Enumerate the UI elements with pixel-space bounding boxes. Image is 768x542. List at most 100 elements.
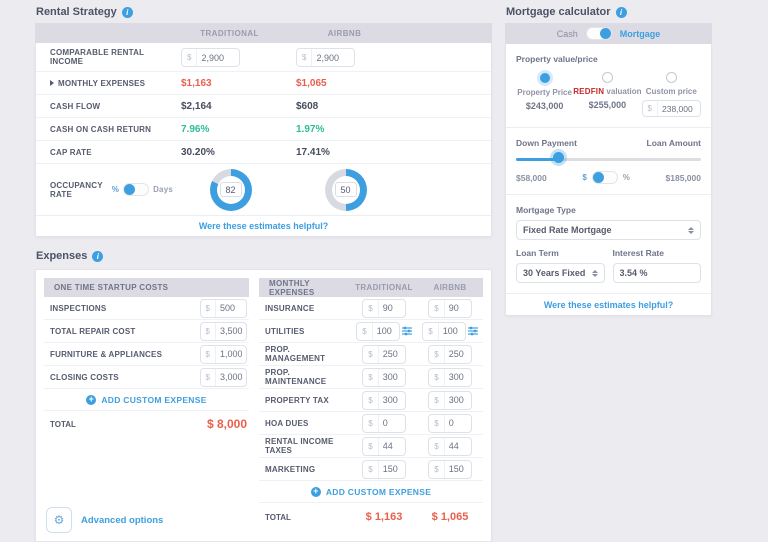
redfin-logo: REDFIN bbox=[573, 87, 604, 96]
currency-prefix: $ bbox=[363, 346, 378, 363]
radio-redfin-valuation[interactable] bbox=[602, 72, 613, 83]
mortgage-type-select[interactable]: Fixed Rate Mortgage bbox=[516, 220, 701, 240]
loan-amount-label: Loan Amount bbox=[647, 138, 701, 148]
row-label: PROP. MANAGEMENT bbox=[259, 345, 351, 363]
estimates-helpful-link[interactable]: Were these estimates helpful? bbox=[199, 221, 328, 231]
row-label: FURNITURE & APPLIANCES bbox=[50, 350, 162, 359]
closing-costs-input[interactable] bbox=[216, 372, 246, 382]
property-tax-traditional-input[interactable] bbox=[379, 395, 405, 405]
prop-management-traditional-input[interactable] bbox=[379, 349, 405, 359]
row-prop-maintenance: PROP. MAINTENANCE $ $ bbox=[259, 366, 483, 389]
down-payment-label: Down Payment bbox=[516, 138, 577, 148]
row-label: CASH FLOW bbox=[36, 102, 173, 111]
row-monthly-expenses[interactable]: MONTHLY EXPENSES $1,163 $1,065 bbox=[36, 71, 491, 94]
mortgage-panel: Property value/price Property Price $243… bbox=[505, 44, 712, 316]
currency-prefix: $ bbox=[297, 49, 312, 66]
coc-traditional-value: 7.96% bbox=[173, 124, 288, 135]
cash-label[interactable]: Cash bbox=[557, 29, 578, 39]
marketing-traditional-input[interactable] bbox=[379, 464, 405, 474]
interest-rate-input[interactable] bbox=[613, 263, 702, 283]
hoa-dues-airbnb-input[interactable] bbox=[445, 418, 471, 428]
rental-income-airbnb-input[interactable] bbox=[312, 53, 354, 63]
adjust-sliders-icon[interactable] bbox=[468, 326, 478, 336]
adjust-sliders-icon[interactable] bbox=[402, 326, 412, 336]
row-label: TOTAL REPAIR COST bbox=[50, 327, 135, 336]
row-marketing: MARKETING $ $ bbox=[259, 458, 483, 481]
rental-strategy-feedback: Were these estimates helpful? bbox=[36, 215, 491, 236]
hoa-dues-traditional-input[interactable] bbox=[379, 418, 405, 428]
currency-prefix: $ bbox=[429, 346, 444, 363]
repair-cost-input[interactable] bbox=[216, 326, 246, 336]
row-label: CASH ON CASH RETURN bbox=[36, 125, 173, 134]
custom-price-field: $ bbox=[642, 100, 701, 117]
rental-income-traditional-input[interactable] bbox=[197, 53, 239, 63]
row-cash-on-cash-return: CASH ON CASH RETURN 7.96% 1.97% bbox=[36, 117, 491, 140]
row-occupancy-rate: OCCUPANCY RATE % Days bbox=[36, 163, 491, 215]
add-custom-expense-startup[interactable]: ADD CUSTOM EXPENSE bbox=[44, 389, 249, 411]
currency-prefix: $ bbox=[363, 461, 378, 478]
insurance-airbnb-input[interactable] bbox=[445, 303, 471, 313]
column-header-traditional: TRADITIONAL bbox=[172, 29, 287, 38]
inspections-input[interactable] bbox=[216, 303, 246, 313]
occupancy-airbnb-input[interactable] bbox=[335, 182, 357, 197]
info-icon[interactable] bbox=[616, 7, 627, 18]
down-payment-amount: $58,000 bbox=[516, 173, 547, 183]
utilities-airbnb-input[interactable] bbox=[439, 326, 465, 336]
property-value-label: Property value/price bbox=[516, 54, 701, 64]
dollar-percent-toggle[interactable] bbox=[592, 171, 618, 184]
expenses-panel: ONE TIME STARTUP COSTS INSPECTIONS $ TOT… bbox=[35, 269, 492, 542]
monthly-expenses-header-label: MONTHLY EXPENSES bbox=[259, 279, 351, 297]
radio-custom-price[interactable] bbox=[666, 72, 677, 83]
radio-property-price[interactable] bbox=[540, 73, 550, 83]
marketing-airbnb-input[interactable] bbox=[445, 464, 471, 474]
prop-maintenance-airbnb-input[interactable] bbox=[445, 372, 471, 382]
rental-taxes-traditional-input[interactable] bbox=[379, 441, 405, 451]
mortgage-column: Mortgage calculator Cash Mortgage Proper… bbox=[505, 0, 712, 316]
row-insurance: INSURANCE $ $ bbox=[259, 297, 483, 320]
option-label: Custom price bbox=[646, 87, 697, 96]
loan-term-select[interactable]: 30 Years Fixed bbox=[516, 263, 605, 283]
row-label: PROPERTY TAX bbox=[259, 396, 351, 405]
occupancy-controls: OCCUPANCY RATE % Days bbox=[36, 181, 173, 199]
custom-price-input[interactable] bbox=[658, 104, 700, 114]
utilities-traditional-input[interactable] bbox=[373, 326, 399, 336]
down-payment-slider[interactable] bbox=[516, 152, 701, 166]
repair-cost-field: $ bbox=[200, 322, 247, 341]
currency-prefix: $ bbox=[201, 323, 216, 340]
mortgage-title: Mortgage calculator bbox=[505, 0, 712, 23]
property-tax-airbnb-input[interactable] bbox=[445, 395, 471, 405]
prop-maintenance-traditional-input[interactable] bbox=[379, 372, 405, 382]
mortgage-label[interactable]: Mortgage bbox=[620, 29, 661, 39]
row-label: MONTHLY EXPENSES bbox=[36, 79, 173, 88]
add-custom-expense-label: ADD CUSTOM EXPENSE bbox=[326, 487, 431, 497]
furniture-input[interactable] bbox=[216, 349, 246, 359]
currency-prefix: $ bbox=[363, 300, 378, 317]
info-icon[interactable] bbox=[122, 7, 133, 18]
currency-prefix: $ bbox=[363, 369, 378, 386]
row-cash-flow: CASH FLOW $2,164 $608 bbox=[36, 94, 491, 117]
currency-prefix: $ bbox=[429, 461, 444, 478]
cash-flow-traditional-value: $2,164 bbox=[173, 101, 288, 112]
prop-management-airbnb-input[interactable] bbox=[445, 349, 471, 359]
add-custom-expense-monthly[interactable]: ADD CUSTOM EXPENSE bbox=[259, 481, 483, 503]
monthly-total-airbnb: $ 1,065 bbox=[417, 511, 483, 523]
rental-taxes-airbnb-input[interactable] bbox=[445, 441, 471, 451]
left-column: Rental Strategy TRADITIONAL AIRBNB COMPA… bbox=[35, 0, 492, 542]
row-label: COMPARABLE RENTAL INCOME bbox=[36, 48, 173, 66]
slider-handle[interactable] bbox=[553, 152, 564, 163]
info-icon[interactable] bbox=[92, 251, 103, 262]
add-icon bbox=[86, 395, 96, 405]
cap-rate-airbnb-value: 17.41% bbox=[288, 147, 403, 158]
estimates-helpful-link[interactable]: Were these estimates helpful? bbox=[544, 300, 673, 310]
currency-prefix: $ bbox=[201, 369, 216, 386]
insurance-traditional-input[interactable] bbox=[379, 303, 405, 313]
closing-costs-field: $ bbox=[200, 368, 247, 387]
occupancy-traditional-input[interactable] bbox=[220, 182, 242, 197]
select-arrows-icon bbox=[688, 227, 694, 234]
currency-prefix: $ bbox=[429, 392, 444, 409]
property-price-options: Property Price $243,000 REDFIN valuation… bbox=[516, 72, 701, 117]
advanced-options[interactable]: ⚙ Advanced options bbox=[46, 507, 163, 533]
currency-prefix: $ bbox=[363, 415, 378, 432]
occupancy-unit-toggle[interactable] bbox=[123, 183, 149, 196]
cash-mortgage-toggle[interactable] bbox=[586, 27, 612, 40]
